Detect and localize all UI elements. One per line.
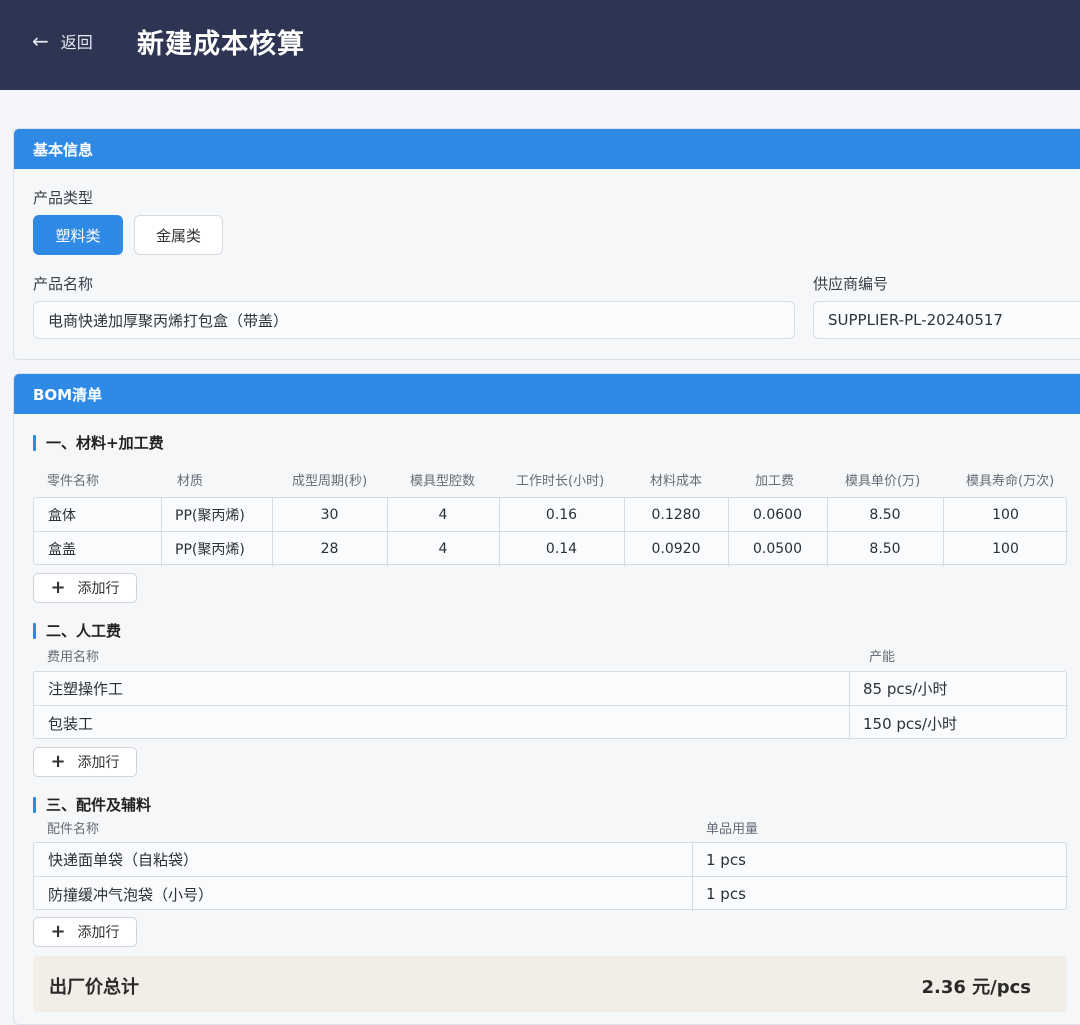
accessories-title-text: 三、配件及辅料: [46, 796, 152, 814]
plus-icon: +: [50, 577, 66, 598]
col-material: 材质: [177, 474, 204, 489]
cell-material-cost[interactable]: 0.0920: [624, 532, 728, 566]
cell-part-name[interactable]: 盒盖: [34, 532, 161, 566]
product-type-label: 产品类型: [33, 189, 94, 207]
cell-processing[interactable]: 0.0500: [728, 532, 827, 566]
total-bar: 出厂价总计 2.36 元/pcs: [33, 956, 1067, 1012]
labor-table: 注塑操作工 85 pcs/小时 包装工 150 pcs/小时: [33, 671, 1068, 740]
section-marker: [33, 434, 36, 451]
col-fee-name: 费用名称: [47, 650, 100, 665]
total-value: 2.36 元/pcs: [921, 977, 1031, 998]
col-capacity: 产能: [869, 650, 896, 665]
cell-cycle[interactable]: 30: [272, 498, 387, 531]
section-marker: [33, 796, 36, 813]
cell-hours[interactable]: 0.14: [499, 532, 624, 566]
accessories-table: 快递面单袋（自粘袋） 1 pcs 防撞缓冲气泡袋（小号） 1 pcs: [33, 842, 1068, 911]
add-row-label: 添加行: [77, 581, 120, 597]
cell-part-name[interactable]: 盒体: [34, 498, 161, 531]
cell-hours[interactable]: 0.16: [499, 498, 624, 531]
cell-cavities[interactable]: 4: [387, 532, 499, 566]
accessories-section-title: 三、配件及辅料: [33, 794, 151, 815]
plus-icon: +: [50, 751, 66, 772]
plus-icon: +: [50, 921, 66, 942]
cell-mold-life[interactable]: 100: [943, 498, 1068, 531]
cell-material[interactable]: PP(聚丙烯): [161, 498, 272, 531]
back-button[interactable]: ← 返回: [32, 28, 93, 54]
bom-header: BOM清单: [14, 374, 1080, 414]
cell-fee-name[interactable]: 包装工: [34, 706, 849, 740]
back-label: 返回: [60, 33, 93, 52]
col-cycle: 成型周期(秒): [292, 474, 368, 489]
col-usage: 单品用量: [706, 822, 759, 837]
cell-usage[interactable]: 1 pcs: [692, 843, 1068, 876]
materials-table: 盒体 PP(聚丙烯) 30 4 0.16 0.1280 0.0600 8.50 …: [33, 497, 1068, 566]
cell-accessory-name[interactable]: 防撞缓冲气泡袋（小号）: [34, 877, 692, 911]
add-row-label: 添加行: [77, 925, 120, 941]
cell-material[interactable]: PP(聚丙烯): [161, 532, 272, 566]
add-accessory-row-button[interactable]: + 添加行: [33, 917, 137, 947]
supplier-label: 供应商编号: [813, 275, 889, 293]
materials-title-text: 一、材料+加工费: [46, 434, 164, 452]
cell-capacity[interactable]: 85 pcs/小时: [849, 672, 1068, 705]
page-title: 新建成本核算: [137, 29, 305, 60]
add-row-label: 添加行: [77, 755, 120, 771]
bom-card: BOM清单 一、材料+加工费 零件名称 材质 成型周期(秒) 模具型腔数 工作时…: [13, 373, 1080, 1025]
cell-fee-name[interactable]: 注塑操作工: [34, 672, 849, 705]
cell-accessory-name[interactable]: 快递面单袋（自粘袋）: [34, 843, 692, 876]
total-label: 出厂价总计: [49, 977, 139, 998]
col-part-name: 零件名称: [47, 474, 100, 489]
add-material-row-button[interactable]: + 添加行: [33, 573, 137, 603]
arrow-left-icon: ←: [32, 29, 49, 53]
col-mold-life: 模具寿命(万次): [966, 474, 1055, 489]
col-accessory-name: 配件名称: [47, 822, 100, 837]
cell-processing[interactable]: 0.0600: [728, 498, 827, 531]
cell-mold-price[interactable]: 8.50: [827, 532, 943, 566]
col-processing: 加工费: [755, 474, 795, 489]
type-chip-metal[interactable]: 金属类: [134, 215, 223, 255]
col-material-cost: 材料成本: [650, 474, 703, 489]
materials-section-title: 一、材料+加工费: [33, 432, 164, 453]
type-chip-plastic[interactable]: 塑料类: [33, 215, 123, 255]
labor-section-title: 二、人工费: [33, 620, 121, 641]
col-hours: 工作时长(小时): [516, 474, 605, 489]
cell-cycle[interactable]: 28: [272, 532, 387, 566]
product-name-input[interactable]: 电商快递加厚聚丙烯打包盒（带盖）: [33, 301, 795, 339]
section-marker: [33, 622, 36, 639]
cell-mold-life[interactable]: 100: [943, 532, 1068, 566]
add-labor-row-button[interactable]: + 添加行: [33, 747, 137, 777]
cell-capacity[interactable]: 150 pcs/小时: [849, 706, 1068, 740]
top-bar: ← 返回 新建成本核算: [0, 0, 1080, 90]
basic-info-header: 基本信息: [14, 129, 1080, 169]
basic-info-card: 基本信息 产品类型 塑料类 金属类 产品名称 电商快递加厚聚丙烯打包盒（带盖） …: [13, 128, 1080, 360]
col-mold-price: 模具单价(万): [845, 474, 921, 489]
supplier-input[interactable]: SUPPLIER-PL-20240517: [813, 301, 1080, 339]
cell-usage[interactable]: 1 pcs: [692, 877, 1068, 911]
labor-title-text: 二、人工费: [46, 622, 122, 640]
cell-cavities[interactable]: 4: [387, 498, 499, 531]
cell-material-cost[interactable]: 0.1280: [624, 498, 728, 531]
cell-mold-price[interactable]: 8.50: [827, 498, 943, 531]
col-cavities: 模具型腔数: [410, 474, 476, 489]
product-name-label: 产品名称: [33, 275, 94, 293]
